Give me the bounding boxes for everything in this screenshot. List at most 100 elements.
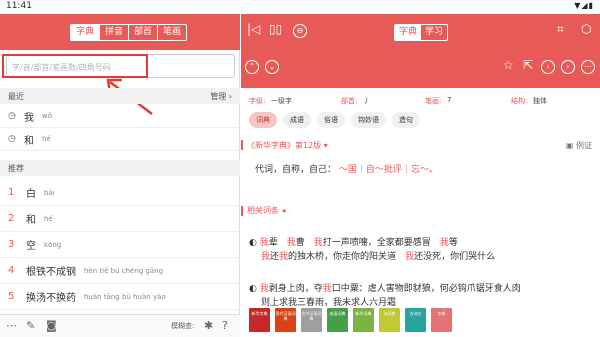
left-header: 字典 拼音 部首 笔画 bbox=[0, 14, 240, 50]
status-bar: 11:41 ▼◢▮ bbox=[0, 0, 600, 14]
tab-dict[interactable]: 字典 bbox=[395, 25, 422, 40]
asterisk-icon[interactable]: ✱ bbox=[204, 319, 213, 332]
book-item[interactable]: 新华词典 bbox=[353, 308, 374, 332]
radical-value: 丿 bbox=[363, 97, 370, 105]
scroll-down-icon[interactable]: ⌄ bbox=[265, 60, 279, 74]
strokes-key: 笔画: bbox=[425, 97, 442, 105]
content-pills: 词典 成语 俗语 钩妙语 造句 bbox=[249, 112, 420, 128]
pill-sayings[interactable]: 俗语 bbox=[317, 112, 345, 128]
recommend-word: 根铁不成钢 bbox=[26, 267, 76, 278]
definition: 代词，自称，自己： ～国｜自～批评｜忘～。 bbox=[255, 162, 438, 175]
recommend-item[interactable]: 1 白 bái bbox=[0, 180, 240, 206]
status-time: 11:41 bbox=[6, 1, 32, 11]
section-marker bbox=[241, 140, 243, 150]
right-header: |◁ ▯▯ ⊖ 字典 学习 ⌗ ⬡ ⌃ ⌄ ☆ ⇱ ‹ › ⋯ bbox=[241, 14, 600, 88]
status-icons: ▼◢▮ bbox=[574, 1, 594, 10]
book-item[interactable]: 字典 bbox=[431, 308, 452, 332]
recent-item[interactable]: ◷ 我 wǒ bbox=[0, 105, 240, 128]
recommend-num: 1 bbox=[8, 187, 15, 198]
share-icon[interactable]: ⇱ bbox=[523, 58, 533, 72]
definition-text: 代词，自称，自己： bbox=[255, 165, 337, 175]
tab-radical[interactable]: 部首 bbox=[129, 25, 159, 40]
recommend-num: 2 bbox=[8, 213, 15, 224]
recommend-word: 换汤不换药 bbox=[26, 293, 76, 304]
fuzzy-search-label: 模糊查: bbox=[171, 322, 195, 330]
radical-key: 部首: bbox=[341, 97, 358, 105]
related-paragraph: ◐ 我剥身上肉，夺我口中粟：虐人害物即豺狼，何必钩爪锯牙食人肉 则上求我三春雨，… bbox=[249, 284, 521, 308]
prev-icon[interactable]: ‹ bbox=[541, 60, 555, 74]
dictionary-shelf: 新华字典 现代汉语词典 古代汉语词典 成语词典 新华词典 诗词典 古诗文 字典 bbox=[249, 308, 452, 332]
level-value: 一级字 bbox=[271, 97, 292, 105]
recent-char: 和 bbox=[24, 135, 34, 147]
pill-witticisms[interactable]: 钩妙语 bbox=[351, 112, 386, 128]
question-icon[interactable]: ? bbox=[222, 319, 228, 332]
camera-icon[interactable]: ◙ bbox=[46, 319, 57, 332]
star-icon[interactable]: ☆ bbox=[503, 58, 514, 72]
recent-pinyin: hé bbox=[42, 135, 51, 143]
search-mode-tabs: 字典 拼音 部首 笔画 bbox=[70, 24, 188, 41]
level-key: 字级: bbox=[249, 97, 266, 105]
related-paragraph: ◐ 我辈 我曹 我打一声喷嚏，全家都要感冒 我等 我还我的独木桥，你走你的阳关道… bbox=[249, 238, 496, 262]
recommend-label: 推荐 bbox=[8, 164, 24, 173]
recent-label: 最近 bbox=[8, 92, 24, 101]
manage-button[interactable]: 管理 › bbox=[210, 91, 232, 102]
book-item[interactable]: 现代汉语词典 bbox=[275, 308, 296, 332]
book-item[interactable]: 成语词典 bbox=[327, 308, 348, 332]
half-circle-icon: ◐ bbox=[249, 238, 260, 248]
clock-icon: ◷ bbox=[8, 134, 16, 144]
section-marker bbox=[241, 206, 243, 216]
char-info-bar: 字级: 一级字 部首: 丿 笔画: 7 结构: 独体 bbox=[241, 92, 600, 108]
recommend-word: 和 bbox=[26, 215, 36, 226]
settings-icon[interactable]: ⬡ bbox=[581, 22, 591, 36]
book-icon[interactable]: ▯▯ bbox=[269, 22, 282, 36]
recommend-item[interactable]: 4 根铁不成钢 hèn tiě bù chéng gāng bbox=[0, 258, 240, 284]
clock-icon: ◷ bbox=[8, 111, 16, 121]
recommend-pinyin: hé bbox=[44, 214, 53, 223]
book-item[interactable]: 诗词典 bbox=[379, 308, 400, 332]
example-button[interactable]: ▣ 例证 bbox=[566, 140, 592, 151]
recommend-num: 5 bbox=[8, 291, 15, 302]
recommend-header: 推荐 bbox=[0, 160, 240, 176]
recommend-word: 白 bbox=[26, 189, 36, 200]
recommend-item[interactable]: 5 换汤不换药 huàn tāng bù huàn yào bbox=[0, 284, 240, 310]
recommend-pinyin: kōng bbox=[44, 240, 62, 249]
definition-examples: ～国｜自～批评｜忘～。 bbox=[338, 165, 438, 175]
related-entries-title[interactable]: 相关词条 ◂ bbox=[247, 205, 286, 216]
pill-sentences[interactable]: 造句 bbox=[392, 112, 420, 128]
more-icon[interactable]: ⋯ bbox=[581, 60, 595, 74]
scan-icon[interactable]: ⌗ bbox=[557, 22, 564, 37]
recent-pinyin: wǒ bbox=[42, 112, 53, 120]
pill-dictionary[interactable]: 词典 bbox=[249, 112, 277, 128]
handwriting-icon[interactable]: ⋯ bbox=[6, 319, 17, 332]
recommend-num: 3 bbox=[8, 239, 15, 250]
next-icon[interactable]: › bbox=[561, 60, 575, 74]
tab-learn[interactable]: 学习 bbox=[421, 25, 447, 40]
recent-item[interactable]: ◷ 和 hé bbox=[0, 128, 240, 151]
collapse-sidebar-icon[interactable]: |◁ bbox=[247, 22, 260, 36]
pen-icon[interactable]: ✎ bbox=[26, 319, 35, 332]
book-item[interactable]: 新华字典 bbox=[249, 308, 270, 332]
recent-char: 我 bbox=[24, 112, 34, 124]
recent-header: 最近 管理 › bbox=[0, 88, 240, 104]
book-item[interactable]: 古诗文 bbox=[405, 308, 426, 332]
tab-strokes[interactable]: 笔画 bbox=[158, 25, 186, 40]
example-label: 例证 bbox=[576, 141, 592, 150]
dict-source-title[interactable]: 《新华字典》第12版 ▾ bbox=[247, 140, 328, 151]
book-item[interactable]: 古代汉语词典 bbox=[301, 308, 322, 332]
recommend-item[interactable]: 3 空 kōng bbox=[0, 232, 240, 258]
link-icon[interactable]: ⊖ bbox=[293, 24, 307, 38]
pill-idioms[interactable]: 成语 bbox=[283, 112, 311, 128]
tab-pinyin[interactable]: 拼音 bbox=[100, 25, 130, 40]
recent-list: ◷ 我 wǒ ◷ 和 hé bbox=[0, 105, 240, 151]
tab-dictionary[interactable]: 字典 bbox=[71, 25, 101, 40]
recommend-list: 1 白 bái 2 和 hé 3 空 kōng 4 根铁不成钢 hèn tiě … bbox=[0, 180, 240, 310]
content-mode-tabs: 字典 学习 bbox=[394, 24, 449, 41]
recommend-item[interactable]: 2 和 hé bbox=[0, 206, 240, 232]
dict-source-header: 《新华字典》第12版 ▾ ▣ 例证 bbox=[241, 138, 600, 152]
left-footer: ⋯ ✎ ◙ 模糊查: ✱ ? bbox=[0, 314, 240, 337]
recommend-pinyin: huàn tāng bù huàn yào bbox=[84, 292, 166, 301]
structure-value: 独体 bbox=[533, 97, 547, 105]
recommend-pinyin: hèn tiě bù chéng gāng bbox=[84, 266, 164, 275]
structure-key: 结构: bbox=[511, 97, 528, 105]
scroll-up-icon[interactable]: ⌃ bbox=[245, 60, 259, 74]
